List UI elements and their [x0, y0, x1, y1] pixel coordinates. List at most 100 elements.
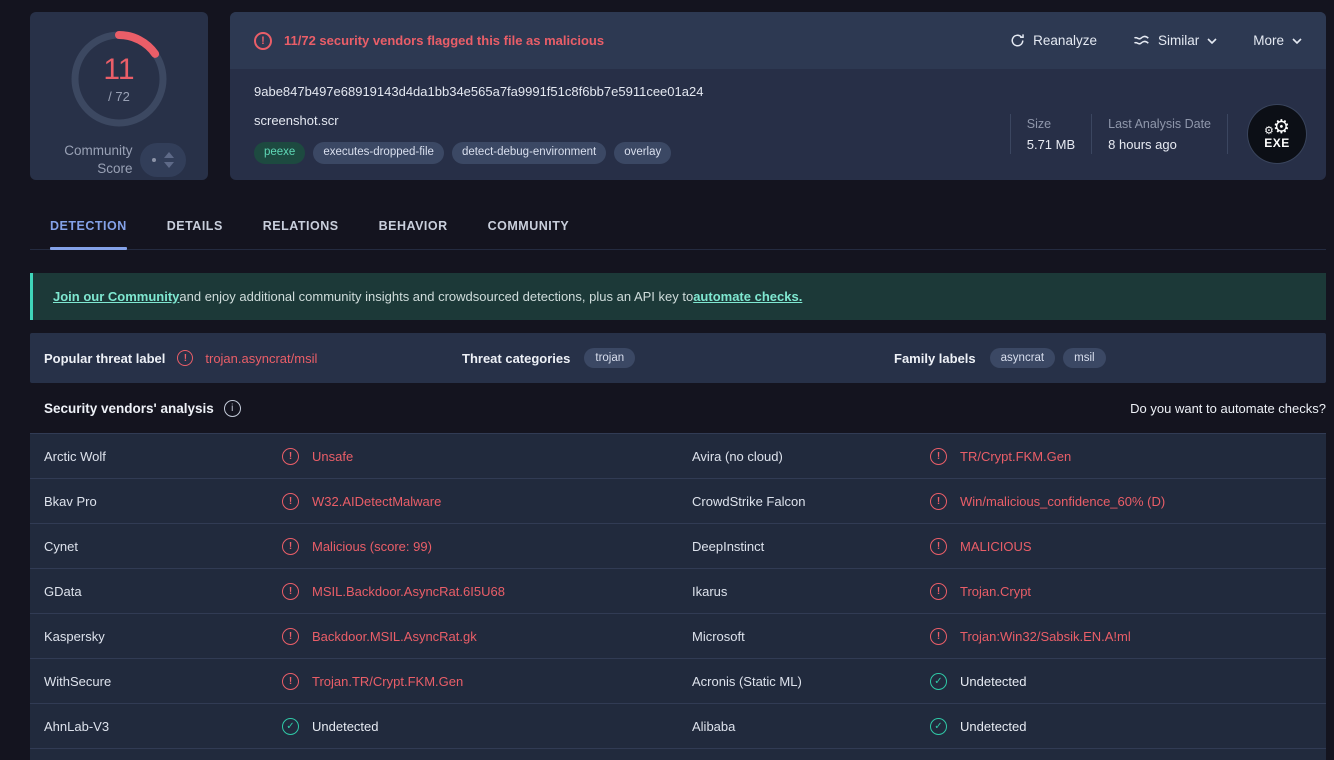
vendor-name: Bkav Pro: [44, 494, 282, 509]
tab-detection[interactable]: DETECTION: [50, 205, 127, 249]
alert-icon: !: [254, 32, 272, 50]
result-text: TR/Crypt.FKM.Gen: [960, 449, 1071, 464]
threat-label-card: Popular threat label ! trojan.asyncrat/m…: [30, 333, 1326, 383]
vendor-result: !Malicious (score: 99): [282, 538, 432, 555]
alert-icon: !: [282, 583, 299, 600]
check-icon: ✓: [930, 718, 947, 735]
popular-threat-label-section: Popular threat label ! trojan.asyncrat/m…: [30, 350, 462, 366]
vote-arrows[interactable]: [164, 152, 174, 168]
vendor-result: !Win/malicious_confidence_60% (D): [930, 493, 1165, 510]
community-score-card: 11 / 72 Community Score: [30, 12, 208, 180]
filetype-exe-badge: ⚙⚙ EXE: [1248, 105, 1306, 163]
table-row-partial: [30, 749, 1326, 760]
vote-up-icon[interactable]: [164, 152, 174, 158]
file-report-card: ! 11/72 security vendors flagged this fi…: [230, 12, 1326, 180]
detection-alert-strip: ! 11/72 security vendors flagged this fi…: [230, 12, 1326, 69]
vendor-result: !Backdoor.MSIL.AsyncRat.gk: [282, 628, 477, 645]
vendor-cell: GData!MSIL.Backdoor.AsyncRat.6I5U68: [30, 569, 678, 613]
vendor-cell: Acronis (Static ML)✓Undetected: [678, 659, 1326, 703]
size-value: 5.71 MB: [1027, 137, 1075, 152]
tag-peexe[interactable]: peexe: [254, 142, 305, 164]
tag-overlay[interactable]: overlay: [614, 142, 671, 164]
family-pill-asyncrat[interactable]: asyncrat: [990, 348, 1055, 368]
vendor-name: Kaspersky: [44, 629, 282, 644]
info-icon[interactable]: i: [224, 400, 241, 417]
file-summary-section: 11 / 72 Community Score ! 11: [0, 0, 1334, 180]
detection-score-gauge: 11 / 72: [69, 29, 169, 129]
vendor-result: ✓Undetected: [930, 673, 1027, 690]
family-labels-pills: asyncrat msil: [990, 348, 1326, 368]
reanalyze-button[interactable]: Reanalyze: [1010, 33, 1097, 48]
table-row: Kaspersky!Backdoor.MSIL.AsyncRat.gk Micro…: [30, 614, 1326, 659]
vendor-name: Cynet: [44, 539, 282, 554]
detections-count: 11: [103, 54, 134, 86]
join-community-link[interactable]: Join our Community: [53, 289, 179, 304]
threat-label-value[interactable]: trojan.asyncrat/msil: [205, 351, 317, 366]
result-text: Trojan.TR/Crypt.FKM.Gen: [312, 674, 463, 689]
family-pill-msil[interactable]: msil: [1063, 348, 1105, 368]
vendor-name: GData: [44, 584, 282, 599]
analysis-title: Security vendors' analysis: [44, 401, 214, 416]
join-community-banner: Join our Community and enjoy additional …: [30, 273, 1326, 320]
vendor-name: Avira (no cloud): [692, 449, 930, 464]
category-pill-trojan[interactable]: trojan: [584, 348, 635, 368]
automate-checks-link[interactable]: automate checks.: [693, 289, 802, 304]
result-text: Trojan.Crypt: [960, 584, 1031, 599]
vendor-result: !TR/Crypt.FKM.Gen: [930, 448, 1071, 465]
vendor-cell: WithSecure! Trojan.TR/Crypt.FKM.Gen: [30, 659, 678, 703]
table-row: WithSecure! Trojan.TR/Crypt.FKM.Gen Acroni…: [30, 659, 1326, 704]
community-score-row: Community Score: [53, 142, 186, 177]
more-button[interactable]: More: [1253, 33, 1302, 48]
alert-icon: !: [177, 350, 193, 366]
tab-details[interactable]: DETAILS: [167, 205, 223, 249]
size-label: Size: [1027, 117, 1075, 131]
vendor-result: !W32.AIDetectMalware: [282, 493, 441, 510]
result-text: Undetected: [960, 674, 1027, 689]
vendor-result: !Trojan:Win32/Sabsik.EN.A!ml: [930, 628, 1131, 645]
gears-icon: ⚙⚙: [1264, 118, 1290, 137]
vendor-result: ! MALICIOUS: [930, 538, 1032, 555]
vendor-cell: DeepInstinct!MALICIOUS: [678, 524, 1326, 568]
tag-executes-dropped-file[interactable]: executes-dropped-file: [313, 142, 444, 164]
vendor-cell: CrowdStrike Falcon!Win/malicious_confide…: [678, 479, 1326, 523]
vendor-cell: Cynet!Malicious (score: 99): [30, 524, 678, 568]
result-text: Backdoor.MSIL.AsyncRat.gk: [312, 629, 477, 644]
similar-button[interactable]: Similar: [1133, 33, 1217, 48]
threat-categories-pills: trojan: [584, 348, 894, 368]
date-label: Last Analysis Date: [1108, 117, 1211, 131]
vendor-cell: Bkav Pro!W32.AIDetectMalware: [30, 479, 678, 523]
vendor-result: ✓ Undetected: [282, 718, 379, 735]
family-labels-title: Family labels: [894, 351, 976, 366]
tab-community[interactable]: COMMUNITY: [488, 205, 570, 249]
alert-icon: !: [930, 538, 947, 555]
file-details: 9abe847b497e68919143d4da1bb34e565a7fa999…: [230, 69, 1326, 180]
vendor-cell: Arctic Wolf!Unsafe: [30, 434, 678, 478]
vote-down-icon[interactable]: [164, 162, 174, 168]
automate-checks-prompt[interactable]: Do you want to automate checks?: [1130, 401, 1326, 416]
result-text: Undetected: [312, 719, 379, 734]
table-row: Arctic Wolf!Unsafe Avira (no cloud)!TR/Cr…: [30, 434, 1326, 479]
vendor-result: !MSIL.Backdoor.AsyncRat.6I5U68: [282, 583, 505, 600]
check-icon: ✓: [282, 718, 299, 735]
tab-relations[interactable]: RELATIONS: [263, 205, 339, 249]
date-value: 8 hours ago: [1108, 137, 1211, 152]
result-text: Undetected: [960, 719, 1027, 734]
tab-behavior[interactable]: BEHAVIOR: [379, 205, 448, 249]
gauge-text: 11 / 72: [69, 29, 169, 129]
result-text: MALICIOUS: [960, 539, 1032, 554]
result-text: W32.AIDetectMalware: [312, 494, 441, 509]
more-label: More: [1253, 33, 1284, 48]
community-vote-widget[interactable]: [140, 143, 186, 177]
alert-icon: !: [282, 673, 299, 690]
vendor-name: Microsoft: [692, 629, 930, 644]
file-name: screenshot.scr: [254, 113, 1010, 128]
table-row: Bkav Pro!W32.AIDetectMalwareCrowdStrike …: [30, 479, 1326, 524]
similar-label: Similar: [1158, 33, 1199, 48]
alert-icon: !: [930, 493, 947, 510]
threat-label-title: Popular threat label: [44, 351, 165, 366]
analysis-date-block: Last Analysis Date 8 hours ago: [1092, 117, 1227, 152]
tag-detect-debug-environment[interactable]: detect-debug-environment: [452, 142, 606, 164]
result-text: Malicious (score: 99): [312, 539, 432, 554]
vendor-name: WithSecure: [44, 674, 282, 689]
vendor-name: Alibaba: [692, 719, 930, 734]
